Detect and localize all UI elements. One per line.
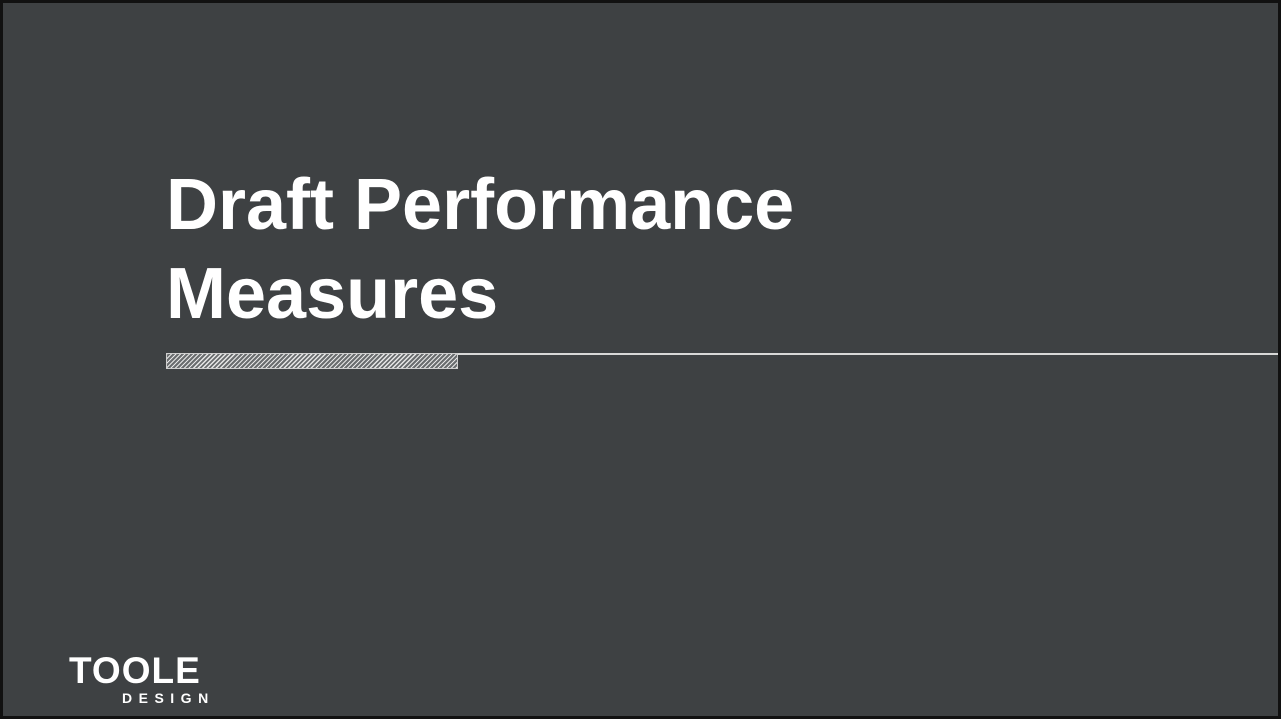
title-slide: Draft Performance Measures TOOLE DESIGN [0, 0, 1281, 719]
slide-title: Draft Performance Measures [166, 161, 794, 339]
toole-design-logo: TOOLE DESIGN [69, 650, 219, 709]
title-divider-hatch-bar [166, 353, 458, 369]
logo-sub-text: DESIGN [122, 690, 215, 706]
logo-main-text: TOOLE [69, 650, 201, 691]
slide-title-line-2: Measures [166, 254, 499, 334]
slide-title-line-1: Draft Performance [166, 165, 795, 245]
